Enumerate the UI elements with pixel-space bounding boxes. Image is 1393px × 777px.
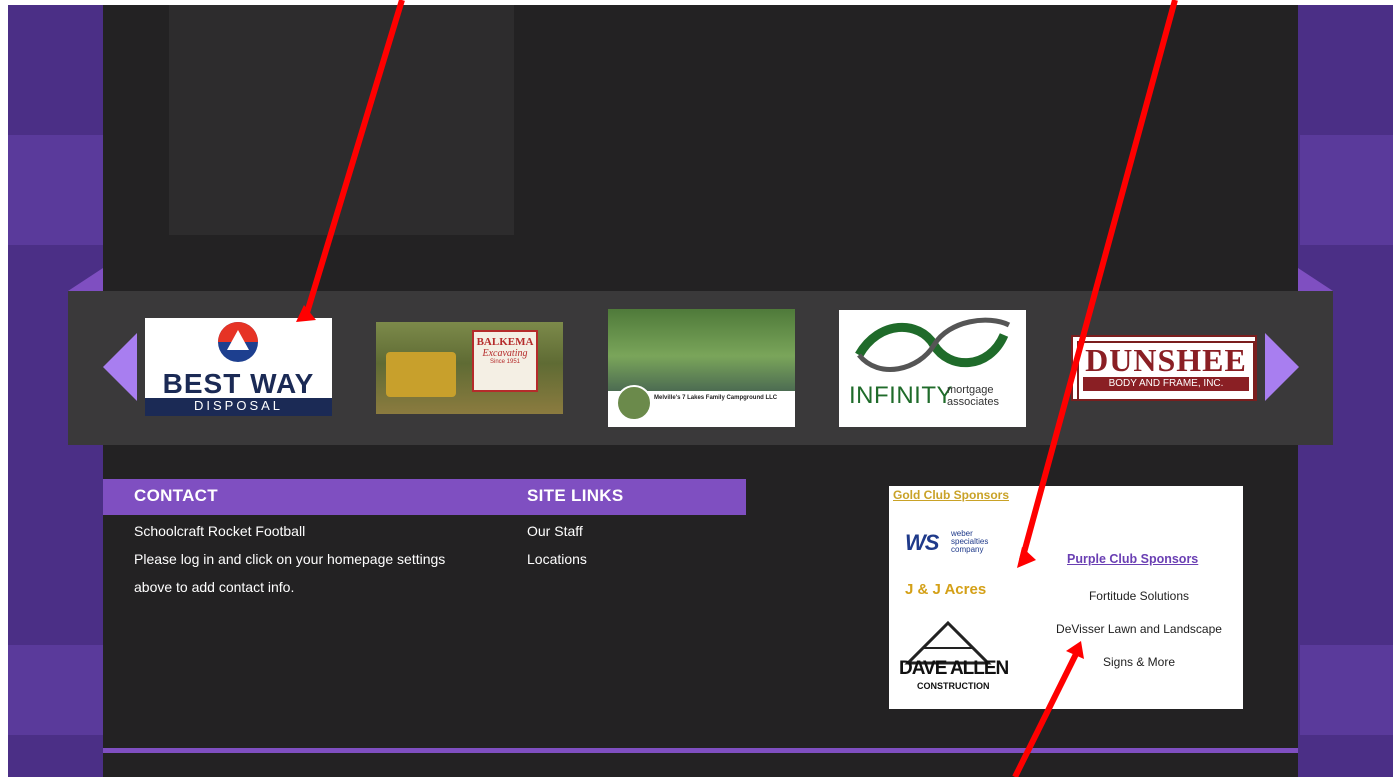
sponsor-logo-melvilles[interactable]: Melville's 7 Lakes Family Campground LLC: [608, 309, 795, 427]
link-our-staff[interactable]: Our Staff: [527, 517, 587, 545]
infinity-swoosh-icon: [855, 317, 1011, 372]
bg-stripe: [1300, 135, 1393, 245]
melvilles-avatar: [616, 385, 652, 421]
dunshee-title: DUNSHEE: [1085, 342, 1247, 378]
purple-sponsor: DeVisser Lawn and Landscape: [1056, 622, 1222, 636]
ribbon-fold-right: [1298, 268, 1333, 291]
purple-sponsor: Signs & More: [1102, 655, 1176, 669]
gold-sponsors-title: Gold Club Sponsors: [893, 488, 1009, 502]
contact-line: Schoolcraft Rocket Football: [134, 523, 306, 539]
weber-text: weber specialties company: [951, 530, 988, 554]
sponsor-logo-infinity[interactable]: INFINITY mortgage associates: [839, 310, 1026, 427]
site-links-list: Our Staff Locations: [527, 517, 587, 573]
bg-stripe: [8, 135, 103, 245]
site-links-heading: SITE LINKS: [527, 486, 624, 505]
infinity-sub: mortgage associates: [947, 384, 999, 408]
jj-acres-logo: J & J Acres: [905, 581, 987, 598]
balkema-title: BALKEMA: [476, 336, 534, 348]
balkema-subtitle: Excavating: [482, 348, 528, 359]
empty-content-block: [169, 5, 514, 235]
carousel-next-arrow-icon[interactable]: [1265, 333, 1299, 401]
sponsor-logo-best-way[interactable]: BEST WAY DISPOSAL: [145, 318, 332, 416]
dave-allen-sub: CONSTRUCTION: [917, 681, 990, 691]
sponsor-board-image: Gold Club Sponsors WS weber specialties …: [889, 486, 1243, 709]
dave-allen-logo: DAVE ALLEN: [899, 658, 1009, 679]
purple-sponsor: Fortitude Solutions: [1088, 589, 1190, 603]
weber-logo-icon: WS: [905, 530, 939, 555]
purple-sponsor-list: Fortitude Solutions DeVisser Lawn and La…: [1039, 580, 1239, 679]
dunshee-subtitle: BODY AND FRAME, INC.: [1083, 377, 1249, 391]
bg-stripe: [8, 645, 103, 735]
footer-bottom-divider: [103, 748, 1298, 753]
infinity-sub-line1: mortgage: [947, 384, 994, 396]
weber-text-line: company: [951, 545, 984, 554]
contact-line: above to add contact info.: [134, 579, 295, 595]
ribbon-fold-left: [68, 268, 103, 291]
purple-sponsors-title: Purple Club Sponsors: [1067, 552, 1199, 566]
melvilles-caption-bar: Melville's 7 Lakes Family Campground LLC: [608, 385, 795, 427]
infinity-brand: INFINITY: [849, 382, 953, 409]
contact-line: Please log in and click on your homepage…: [134, 551, 446, 567]
best-way-line1: BEST WAY: [162, 368, 315, 399]
carousel-prev-arrow-icon[interactable]: [103, 333, 137, 401]
balkema-sign: BALKEMA Excavating Since 1951: [472, 330, 538, 392]
contact-heading: CONTACT: [134, 486, 218, 505]
bulldozer-icon: [386, 352, 456, 397]
melvilles-caption: Melville's 7 Lakes Family Campground LLC: [654, 395, 778, 401]
contact-info: Schoolcraft Rocket Football Please log i…: [134, 517, 445, 601]
best-way-line2: DISPOSAL: [145, 398, 332, 416]
sponsor-logo-balkema[interactable]: BALKEMA Excavating Since 1951: [376, 322, 563, 414]
bg-stripe: [1300, 645, 1393, 735]
infinity-sub-line2: associates: [947, 396, 999, 408]
balkema-since: Since 1951: [489, 359, 521, 365]
sponsor-logo-dunshee[interactable]: DUNSHEE BODY AND FRAME, INC.: [1071, 335, 1257, 401]
dunshee-inner: DUNSHEE BODY AND FRAME, INC.: [1077, 341, 1255, 399]
link-locations[interactable]: Locations: [527, 545, 587, 573]
